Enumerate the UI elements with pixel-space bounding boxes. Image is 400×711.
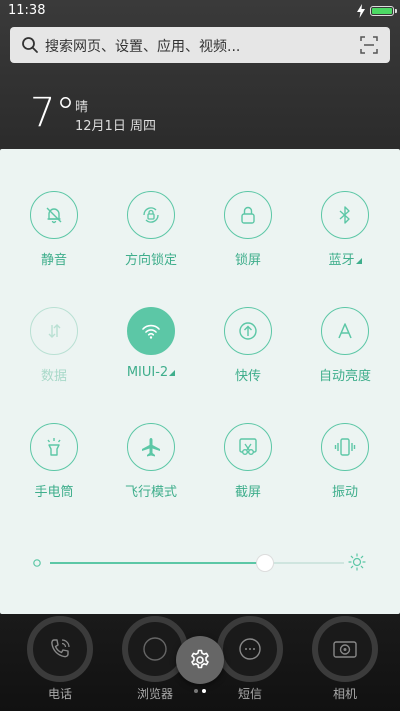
toggle-silent[interactable]: 静音 <box>4 191 104 271</box>
toggle-label: 振动 <box>331 485 358 500</box>
toggle-mobile-data[interactable]: 数据 <box>4 307 104 387</box>
toggle-auto-brightness[interactable]: 自动亮度 <box>295 307 395 387</box>
toggle-label: 数据 <box>40 369 67 384</box>
toggle-label: 静音 <box>40 253 67 268</box>
auto-brightness-icon <box>338 323 352 339</box>
app-label: 相机 <box>332 687 357 701</box>
brightness-high-icon <box>348 553 366 571</box>
dock-app-phone[interactable]: 电话 <box>5 614 105 711</box>
app-icon <box>217 616 283 682</box>
dock-app-camera[interactable]: 相机 <box>290 614 390 711</box>
brightness-fill <box>50 562 265 564</box>
weather-temperature[interactable]: 7° <box>30 88 75 138</box>
toggle-rotation-lock[interactable]: 方向锁定 <box>101 191 201 271</box>
status-time: 11:38 <box>8 3 46 18</box>
toggle-quick-transfer[interactable]: 快传 <box>198 307 298 387</box>
status-bar: 11:38 <box>0 0 400 22</box>
submenu-indicator <box>169 370 176 376</box>
toggle-flashlight[interactable]: 手电筒 <box>4 423 104 503</box>
toggle-label: 自动亮度 <box>318 369 371 384</box>
vibrate-icon <box>334 438 356 456</box>
toggle-wifi[interactable]: MIUI-2 <box>101 307 201 387</box>
toggle-airplane-mode[interactable]: 飞行模式 <box>101 423 201 503</box>
camera-icon <box>333 641 357 658</box>
settings-button[interactable] <box>176 636 224 684</box>
weather-condition: 晴 <box>75 100 89 115</box>
browser-icon <box>143 637 167 661</box>
toggle-circle <box>321 307 369 355</box>
toggle-circle <box>127 423 175 471</box>
phone-icon <box>51 639 70 658</box>
bell-mute-icon <box>46 207 62 224</box>
battery-icon <box>370 6 397 16</box>
rotation-lock-icon <box>143 207 159 223</box>
toggle-circle <box>321 191 369 239</box>
toggle-label: 快传 <box>234 369 261 384</box>
toggle-label: 手电筒 <box>34 485 74 500</box>
search-placeholder: 搜索网页、设置、应用、视频... <box>45 39 241 55</box>
app-icon <box>27 616 93 682</box>
toggle-screenshot[interactable]: 截屏 <box>198 423 298 503</box>
wifi-icon <box>142 324 160 339</box>
toggle-circle <box>321 423 369 471</box>
search-icon <box>22 37 38 53</box>
charging-icon <box>357 4 365 18</box>
toggle-circle <box>30 307 78 355</box>
toggle-label: 方向锁定 <box>124 253 177 268</box>
gear-icon <box>191 649 209 669</box>
toggle-label: 锁屏 <box>234 253 261 268</box>
quick-settings-panel: 静音 方向锁定 锁屏 蓝牙 数据 MIUI-2 快传 自动亮度 手电筒 飞行模式… <box>0 149 400 614</box>
quick-transfer-icon <box>239 322 257 340</box>
airplane-icon <box>142 438 160 457</box>
app-label: 电话 <box>47 687 72 701</box>
toggle-circle <box>224 307 272 355</box>
brightness-low-icon <box>33 559 41 567</box>
toggle-circle <box>30 191 78 239</box>
messages-icon <box>239 638 261 660</box>
toggle-circle <box>127 307 175 355</box>
app-label: 短信 <box>237 687 262 701</box>
screenshot-icon <box>239 438 257 455</box>
page-dot-active <box>202 689 206 693</box>
toggle-bluetooth[interactable]: 蓝牙 <box>295 191 395 271</box>
toggle-circle <box>224 423 272 471</box>
toggle-circle <box>127 191 175 239</box>
page-indicator <box>194 689 208 695</box>
scan-icon[interactable] <box>360 36 378 54</box>
submenu-indicator <box>355 258 362 264</box>
flashlight-icon <box>47 438 61 456</box>
toggle-lock-screen[interactable]: 锁屏 <box>198 191 298 271</box>
brightness-thumb[interactable] <box>255 554 274 572</box>
toggle-circle <box>224 191 272 239</box>
toggle-label: 截屏 <box>234 485 261 500</box>
page-dot <box>194 689 198 693</box>
mobile-data-icon <box>48 324 61 338</box>
bluetooth-icon <box>339 206 350 224</box>
app-icon <box>312 616 378 682</box>
search-bar[interactable]: 搜索网页、设置、应用、视频... <box>10 27 390 63</box>
toggle-vibrate[interactable]: 振动 <box>295 423 395 503</box>
toggle-label: MIUI-2 <box>101 365 201 380</box>
lock-icon <box>241 206 255 224</box>
toggle-circle <box>30 423 78 471</box>
toggle-label: 蓝牙 <box>295 249 395 268</box>
weather-date: 12月1日 周四 <box>75 119 156 134</box>
toggle-label: 飞行模式 <box>124 485 177 500</box>
brightness-slider[interactable] <box>30 551 372 575</box>
brightness-track[interactable] <box>50 554 344 572</box>
